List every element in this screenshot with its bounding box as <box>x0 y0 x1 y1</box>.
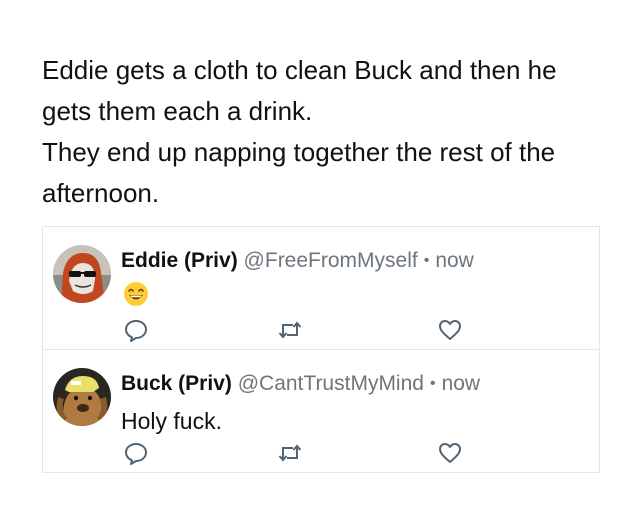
tweet-actions <box>43 440 599 466</box>
story-text: Eddie gets a cloth to clean Buck and the… <box>42 50 612 214</box>
eddie-avatar[interactable] <box>53 245 111 303</box>
retweet-icon[interactable] <box>277 440 303 466</box>
grinning-face-emoji-icon <box>123 281 149 307</box>
buck-dog-avatar[interactable] <box>53 368 111 426</box>
timestamp[interactable]: now <box>435 249 474 272</box>
display-name[interactable]: Buck (Priv) <box>121 372 232 395</box>
tweet-header: Buck (Priv) @CantTrustMyMind • now <box>121 372 480 396</box>
separator-dot: • <box>423 252 430 269</box>
user-handle[interactable]: @CantTrustMyMind <box>238 372 424 395</box>
tweet-thread-card: Eddie (Priv) @FreeFromMyself • now Buck … <box>42 226 600 473</box>
tweet-actions <box>43 317 599 343</box>
reply-icon[interactable] <box>123 440 149 466</box>
tweet-header: Eddie (Priv) @FreeFromMyself • now <box>121 249 474 273</box>
buck-avatar-image <box>53 368 111 426</box>
user-handle[interactable]: @FreeFromMyself <box>244 249 418 272</box>
heart-icon[interactable] <box>437 440 463 466</box>
tweet-eddie[interactable]: Eddie (Priv) @FreeFromMyself • now <box>43 227 599 349</box>
tweet-buck[interactable]: Buck (Priv) @CantTrustMyMind • now Holy fu… <box>43 349 599 472</box>
timestamp[interactable]: now <box>442 372 481 395</box>
reply-icon[interactable] <box>123 317 149 343</box>
tweet-text: Holy fuck. <box>121 408 222 434</box>
heart-icon[interactable] <box>437 317 463 343</box>
display-name[interactable]: Eddie (Priv) <box>121 249 238 272</box>
retweet-icon[interactable] <box>277 317 303 343</box>
story-paragraph-2: They end up napping together the rest of… <box>42 137 556 208</box>
separator-dot: • <box>429 375 436 392</box>
eddie-avatar-image <box>53 245 111 303</box>
story-paragraph-1: Eddie gets a cloth to clean Buck and the… <box>42 55 557 126</box>
